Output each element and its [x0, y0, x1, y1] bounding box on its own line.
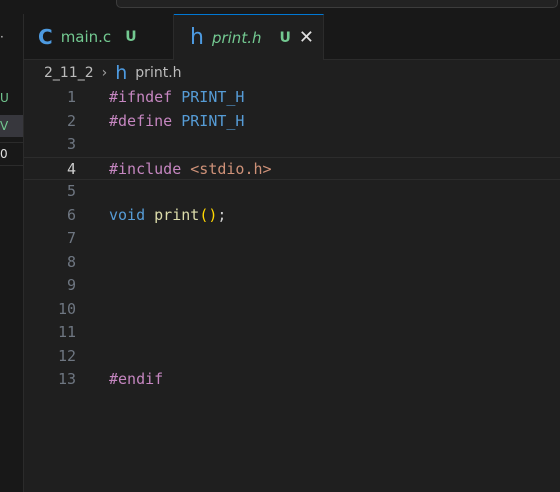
code-token: #define — [109, 111, 182, 130]
code-editor[interactable]: 1 #ifndef PRINT_H 2 #define PRINT_H 3 4 #inclu… — [24, 86, 560, 492]
line-number: 11 — [57, 323, 76, 341]
tab-print-h[interactable]: h print.h U ✕ — [174, 14, 324, 60]
code-token: void — [109, 205, 146, 224]
code-line[interactable]: 4 #include <stdio.h> — [24, 156, 560, 182]
code-line[interactable]: 11 — [24, 321, 560, 345]
code-line[interactable]: 10 — [24, 298, 560, 322]
line-number: 12 — [57, 346, 76, 365]
h-file-icon: h — [115, 62, 128, 84]
code-text: void print(); — [109, 204, 226, 228]
explorer-sidebar: · U V 0 — [0, 14, 24, 492]
chevron-right-icon: › — [101, 65, 108, 81]
sidebar-fragment-count: 0 — [0, 142, 23, 166]
tab-main-c[interactable]: C main.c U — [24, 14, 174, 59]
code-text: #define PRINT_H — [109, 110, 244, 134]
close-icon[interactable]: ✕ — [299, 27, 314, 48]
line-number: 13 — [57, 370, 76, 388]
code-line[interactable]: 8 — [24, 251, 560, 275]
line-number: 1 — [66, 88, 76, 106]
code-text: #ifndef PRINT_H — [109, 86, 244, 110]
breadcrumb-folder[interactable]: 2_11_2 — [44, 65, 94, 81]
command-center[interactable] — [116, 0, 558, 8]
code-line[interactable]: 3 — [24, 133, 560, 157]
code-line[interactable]: 9 — [24, 274, 560, 298]
c-file-icon: C — [38, 24, 53, 49]
code-line[interactable]: 12 — [24, 345, 560, 369]
tab-label: print.h — [211, 28, 262, 47]
code-text: #include <stdio.h> — [109, 158, 272, 182]
code-token: PRINT_H — [181, 111, 245, 130]
code-line[interactable]: 2 #define PRINT_H — [24, 110, 560, 134]
code-token: ; — [217, 205, 227, 224]
tab-label: main.c — [60, 27, 112, 46]
h-file-icon: h — [190, 25, 204, 50]
code-token: print — [154, 205, 200, 224]
code-token: PRINT_H — [181, 88, 245, 106]
line-number: 5 — [66, 182, 76, 200]
breadcrumb-file[interactable]: print.h — [135, 65, 181, 81]
sidebar-fragment-selected[interactable]: V — [0, 115, 23, 137]
untracked-badge: U — [279, 29, 291, 46]
code-text: #endif — [109, 368, 163, 392]
code-line[interactable]: 1 #ifndef PRINT_H — [24, 86, 560, 110]
line-number: 6 — [66, 205, 76, 224]
code-line[interactable]: 5 — [24, 180, 560, 204]
line-number: 4 — [66, 159, 76, 178]
line-number: 7 — [66, 229, 76, 247]
code-line[interactable]: 13 #endif — [24, 368, 560, 392]
code-line[interactable]: 7 — [24, 227, 560, 251]
line-number: 3 — [66, 135, 76, 153]
sidebar-fragment-status[interactable]: U — [0, 87, 23, 109]
code-token: #endif — [109, 370, 164, 388]
title-bar — [0, 0, 560, 14]
code-token: #include — [109, 159, 191, 178]
code-line[interactable]: 6 void print(); — [24, 204, 560, 228]
code-token: () — [199, 205, 218, 224]
sidebar-fragment-dot: · — [0, 30, 4, 44]
code-token: <stdio.h> — [190, 159, 272, 178]
untracked-badge: U — [125, 28, 137, 45]
line-number: 9 — [66, 276, 76, 294]
line-number: 10 — [57, 299, 76, 318]
line-number: 2 — [66, 111, 76, 130]
breadcrumb: 2_11_2 › h print.h — [44, 62, 182, 84]
line-number: 8 — [66, 252, 76, 271]
editor-tab-bar: C main.c U h print.h U ✕ — [24, 14, 560, 60]
code-token: #ifndef — [109, 88, 182, 106]
